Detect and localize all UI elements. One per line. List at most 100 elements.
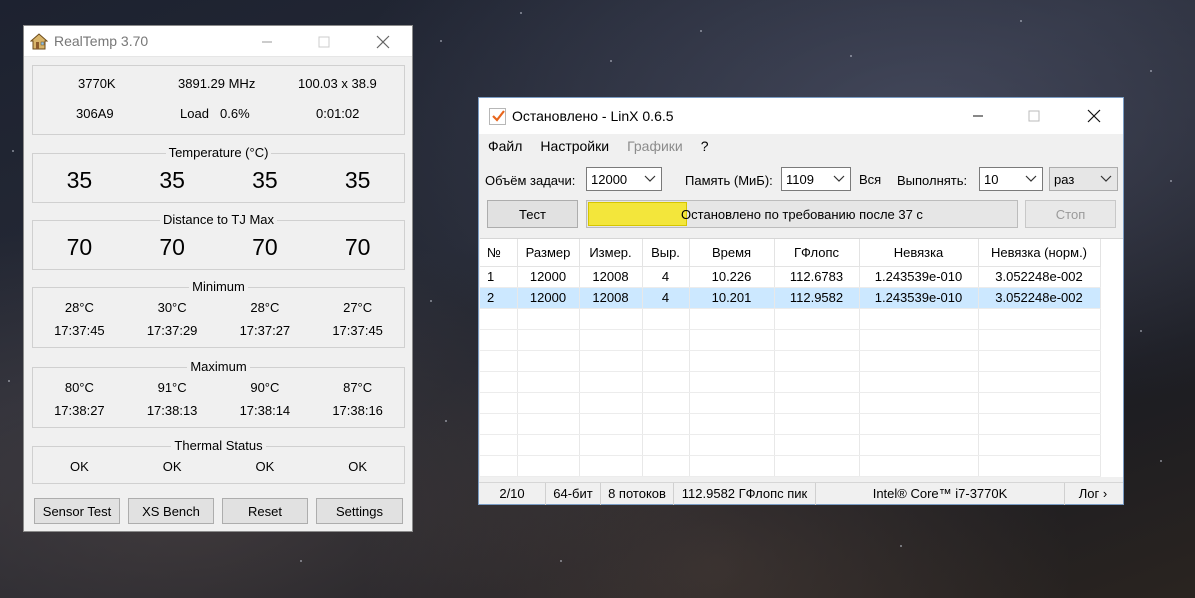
min-time: 17:37:45 <box>54 323 105 338</box>
linx-window: Остановлено - LinX 0.6.5 Файл Настройки … <box>478 97 1124 505</box>
maximize-button[interactable] <box>1011 98 1057 134</box>
minimize-icon <box>262 41 272 42</box>
column-header[interactable]: Невязка <box>859 239 979 267</box>
minimize-icon <box>973 115 983 117</box>
load-value: 0.6% <box>220 106 250 121</box>
maximize-icon <box>1028 110 1040 122</box>
settings-button[interactable]: Settings <box>316 498 403 524</box>
table-cell: 4 <box>642 287 690 309</box>
thermal-status: OK <box>348 459 368 474</box>
status-peak: 112.9582 ГФлопс пик <box>674 482 816 505</box>
results-table[interactable]: № Размер Измер. Выр. Время ГФлопс Невязк… <box>480 238 1123 477</box>
minimize-button[interactable] <box>955 98 1001 134</box>
realtemp-title: RealTemp 3.70 <box>54 33 149 49</box>
menu-file[interactable]: Файл <box>479 138 526 160</box>
empty-row <box>480 413 1101 435</box>
core-distance: 70 <box>66 234 93 260</box>
minimum-title: Minimum <box>189 279 248 294</box>
column-header[interactable]: Измер. <box>579 239 643 267</box>
maximize-button[interactable] <box>301 26 347 57</box>
column-header[interactable]: Выр. <box>642 239 690 267</box>
min-time: 17:37:27 <box>239 323 291 338</box>
distance-title: Distance to TJ Max <box>159 212 278 227</box>
core-distance: 70 <box>252 234 278 260</box>
xs-bench-button[interactable]: XS Bench <box>128 498 214 524</box>
core-temp: 35 <box>344 167 371 193</box>
max-time: 17:38:14 <box>239 403 291 418</box>
table-cell: 112.6783 <box>774 266 860 288</box>
cpu-multiplier: 100.03 x 38.9 <box>298 76 377 91</box>
memory-select[interactable]: 1109 <box>781 167 851 191</box>
column-header[interactable]: Невязка (норм.) <box>978 239 1101 267</box>
max-time: 17:38:27 <box>54 403 105 418</box>
table-cell: 3.052248e-002 <box>978 266 1101 288</box>
realtemp-window: RealTemp 3.70 3770K 3891.29 MHz 100.03 x… <box>23 25 413 532</box>
table-cell: 112.9582 <box>774 287 860 309</box>
realtemp-app-icon <box>30 33 48 50</box>
all-memory-label[interactable]: Вся <box>859 172 881 187</box>
column-header[interactable]: № <box>480 239 518 267</box>
test-button[interactable]: Тест <box>487 200 578 228</box>
core-temp: 35 <box>159 167 185 193</box>
menu-settings[interactable]: Настройки <box>526 138 613 160</box>
table-cell: 2 <box>480 287 518 309</box>
sensor-test-button[interactable]: Sensor Test <box>34 498 120 524</box>
min-temp: 27°C <box>343 300 373 315</box>
reset-button[interactable]: Reset <box>222 498 308 524</box>
status-runs: 2/10 <box>479 482 546 505</box>
minimize-button[interactable] <box>244 26 290 57</box>
table-row-selected[interactable]: 2 12000 12008 4 10.201 112.9582 1.243539… <box>480 287 1101 309</box>
load-label: Load <box>180 106 209 121</box>
close-button[interactable] <box>360 26 406 57</box>
min-temp: 30°C <box>157 300 187 315</box>
log-button[interactable]: Лог › <box>1065 483 1121 505</box>
thermal-status: OK <box>255 459 275 474</box>
chevron-down-icon <box>644 175 656 182</box>
column-header[interactable]: ГФлопс <box>774 239 860 267</box>
status-bits: 64-бит <box>546 482 601 505</box>
column-header[interactable]: Размер <box>517 239 580 267</box>
table-cell: 3.052248e-002 <box>978 287 1101 309</box>
maximum-title: Maximum <box>187 359 250 374</box>
close-button[interactable] <box>1071 98 1117 134</box>
cpu-frequency: 3891.29 MHz <box>178 76 256 91</box>
table-cell: 12008 <box>579 287 643 309</box>
stop-button[interactable]: Стоп <box>1025 200 1116 228</box>
table-cell: 1.243539e-010 <box>859 287 979 309</box>
min-time: 17:37:45 <box>332 323 383 338</box>
max-time: 17:38:13 <box>146 403 198 418</box>
max-temp: 87°C <box>343 380 373 395</box>
table-cell: 12008 <box>579 266 643 288</box>
status-bar: 2/10 64-бит 8 потоков 112.9582 ГФлопс пи… <box>479 482 1123 505</box>
realtemp-title-bar[interactable]: RealTemp 3.70 <box>24 26 412 57</box>
max-temp: 91°C <box>157 380 187 395</box>
chevron-down-icon <box>1100 175 1112 182</box>
table-cell: 12000 <box>517 287 580 309</box>
task-size-select[interactable]: 12000 <box>586 167 662 191</box>
table-row[interactable]: 1 12000 12008 4 10.226 112.6783 1.243539… <box>480 266 1101 288</box>
cpu-info-group: 3770K 3891.29 MHz 100.03 x 38.9 306A9 Lo… <box>32 65 405 135</box>
run-unit-select[interactable]: раз <box>1049 167 1118 191</box>
run-count-select[interactable]: 10 <box>979 167 1043 191</box>
column-header[interactable]: Время <box>689 239 775 267</box>
thermal-status: OK <box>69 459 89 474</box>
linx-title-bar[interactable]: Остановлено - LinX 0.6.5 <box>479 98 1123 134</box>
maximize-icon <box>318 36 330 47</box>
cpu-model: 3770K <box>78 76 116 91</box>
table-cell: 4 <box>642 266 690 288</box>
core-temp: 35 <box>252 167 278 193</box>
thermal-title: Thermal Status <box>171 438 266 453</box>
menu-graphs[interactable]: Графики <box>613 138 687 160</box>
close-icon <box>1087 109 1101 123</box>
task-size-label: Объём задачи: <box>485 173 576 188</box>
table-cell: 10.226 <box>689 266 775 288</box>
min-temp: 28°C <box>64 300 94 315</box>
minimum-group: Minimum 28°C 30°C 28°C 27°C 17:37:45 17:… <box>32 279 405 348</box>
chevron-down-icon <box>833 175 845 182</box>
memory-label: Память (МиБ): <box>685 173 773 188</box>
cpuid: 306A9 <box>76 106 114 121</box>
menu-help[interactable]: ? <box>687 138 713 160</box>
core-distance: 70 <box>159 234 185 260</box>
thermal-status: OK <box>162 459 182 474</box>
max-temp: 80°C <box>64 380 94 395</box>
